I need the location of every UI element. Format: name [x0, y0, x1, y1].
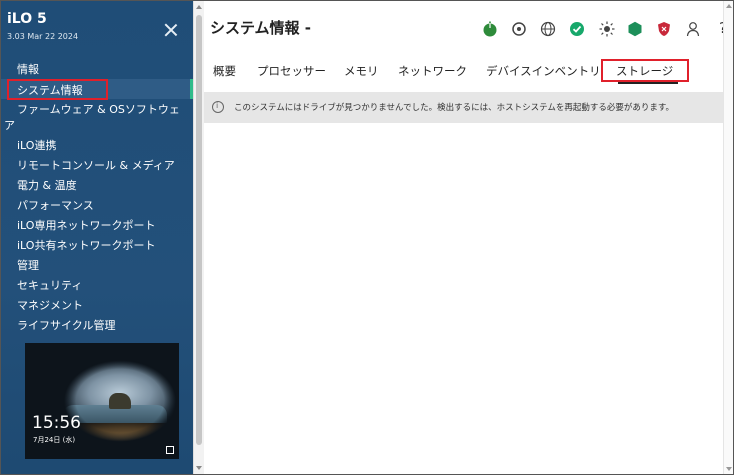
shield-hex-icon[interactable] — [627, 21, 643, 37]
sidebar-item-power-thermal[interactable]: 電力 & 温度 — [17, 177, 77, 193]
sidebar-item-label: パフォーマンス — [17, 199, 94, 212]
tab-processors[interactable]: プロセッサー — [257, 63, 326, 79]
sidebar-item-label: リモートコンソール & メディア — [17, 159, 175, 172]
active-tab-underline — [618, 82, 678, 84]
sidebar-item-performance[interactable]: パフォーマンス — [17, 197, 94, 213]
sidebar-scrollbar[interactable] — [193, 1, 204, 474]
main-scrollbar[interactable] — [723, 1, 733, 474]
info-icon — [212, 101, 224, 113]
sidebar-item-label: ア — [4, 119, 15, 132]
scroll-down-icon[interactable] — [196, 466, 202, 470]
tab-network[interactable]: ネットワーク — [398, 63, 467, 79]
sidebar-item-label: 電力 & 温度 — [17, 179, 77, 192]
sidebar-item-label: 管理 — [17, 259, 39, 272]
power-icon[interactable] — [482, 21, 498, 37]
scroll-up-icon[interactable] — [196, 5, 202, 9]
tab-bar: 概要 プロセッサー メモリ ネットワーク デバイスインベントリ ストレージ — [204, 63, 733, 84]
sidebar-item-remote-console-media[interactable]: リモートコンソール & メディア — [17, 157, 175, 173]
info-banner: このシステムにはドライブが見つかりませんでした。検出するには、ホストシステムを再… — [204, 92, 733, 123]
expand-icon[interactable] — [166, 446, 174, 454]
remote-console-thumbnail[interactable]: 15:56 7月24日 (水) — [25, 343, 179, 459]
scroll-up-icon[interactable] — [726, 4, 732, 8]
sidebar-item-label: セキュリティ — [17, 279, 83, 292]
user-icon[interactable] — [685, 21, 701, 37]
globe-icon[interactable] — [540, 21, 556, 37]
sidebar-item-information[interactable]: 情報 — [17, 61, 39, 77]
tab-device-inventory[interactable]: デバイスインベントリ — [486, 63, 601, 79]
page-title: システム情報 - — [210, 19, 311, 37]
sidebar-item-label: iLO連携 — [17, 139, 57, 152]
scroll-down-icon[interactable] — [726, 467, 732, 471]
tab-overview[interactable]: 概要 — [213, 63, 236, 79]
sidebar-item-firmware-os-software-wrap[interactable]: ア — [4, 117, 15, 133]
sidebar-item-system-information[interactable]: システム情報 — [1, 79, 193, 99]
window-frame: iLO 5 3.03 Mar 22 2024 情報 システム情報 ファームウェア… — [0, 0, 734, 475]
health-ok-icon[interactable] — [569, 21, 585, 37]
info-message: このシステムにはドライブが見つかりませんでした。検出するには、ホストシステムを再… — [234, 103, 674, 113]
sidebar-item-ilo-federation[interactable]: iLO連携 — [17, 137, 56, 153]
console-date: 7月24日 (水) — [33, 436, 76, 444]
close-icon[interactable] — [162, 21, 180, 39]
locator-icon[interactable] — [511, 21, 527, 37]
main-content: システム情報 - 概要 プロセッサー メモリ ネットワーク デバイスインベントリ… — [204, 1, 733, 474]
sidebar: iLO 5 3.03 Mar 22 2024 情報 システム情報 ファームウェア… — [1, 1, 193, 474]
sidebar-item-ilo-dedicated-network[interactable]: iLO専用ネットワークポート — [17, 217, 155, 233]
security-shield-icon[interactable] — [656, 21, 672, 37]
sidebar-item-label: iLO専用ネットワークポート — [17, 219, 156, 232]
sidebar-item-security[interactable]: セキュリティ — [17, 277, 82, 293]
sidebar-item-lifecycle-management[interactable]: ライフサイクル管理 — [17, 317, 115, 333]
brand-title: iLO 5 — [7, 11, 47, 27]
console-clock: 15:56 — [32, 413, 81, 433]
firmware-version: 3.03 Mar 22 2024 — [7, 32, 79, 41]
sidebar-item-label: マネジメント — [17, 299, 83, 312]
sun-icon[interactable] — [599, 21, 615, 37]
tab-storage[interactable]: ストレージ — [616, 63, 673, 79]
sidebar-item-management[interactable]: マネジメント — [17, 297, 83, 313]
sidebar-item-firmware-os-software[interactable]: ファームウェア & OSソフトウェ — [17, 101, 180, 117]
sidebar-item-label: システム情報 — [17, 84, 83, 97]
sidebar-item-label: 情報 — [17, 63, 39, 76]
sidebar-item-label: iLO共有ネットワークポート — [17, 239, 156, 252]
sidebar-item-label: ファームウェア & OSソフトウェ — [17, 103, 180, 116]
sidebar-item-ilo-shared-network[interactable]: iLO共有ネットワークポート — [17, 237, 155, 253]
scrollbar-thumb[interactable] — [196, 15, 202, 445]
sidebar-item-label: ライフサイクル管理 — [17, 319, 116, 332]
sidebar-item-administration[interactable]: 管理 — [17, 257, 39, 273]
tab-memory[interactable]: メモリ — [344, 63, 379, 79]
